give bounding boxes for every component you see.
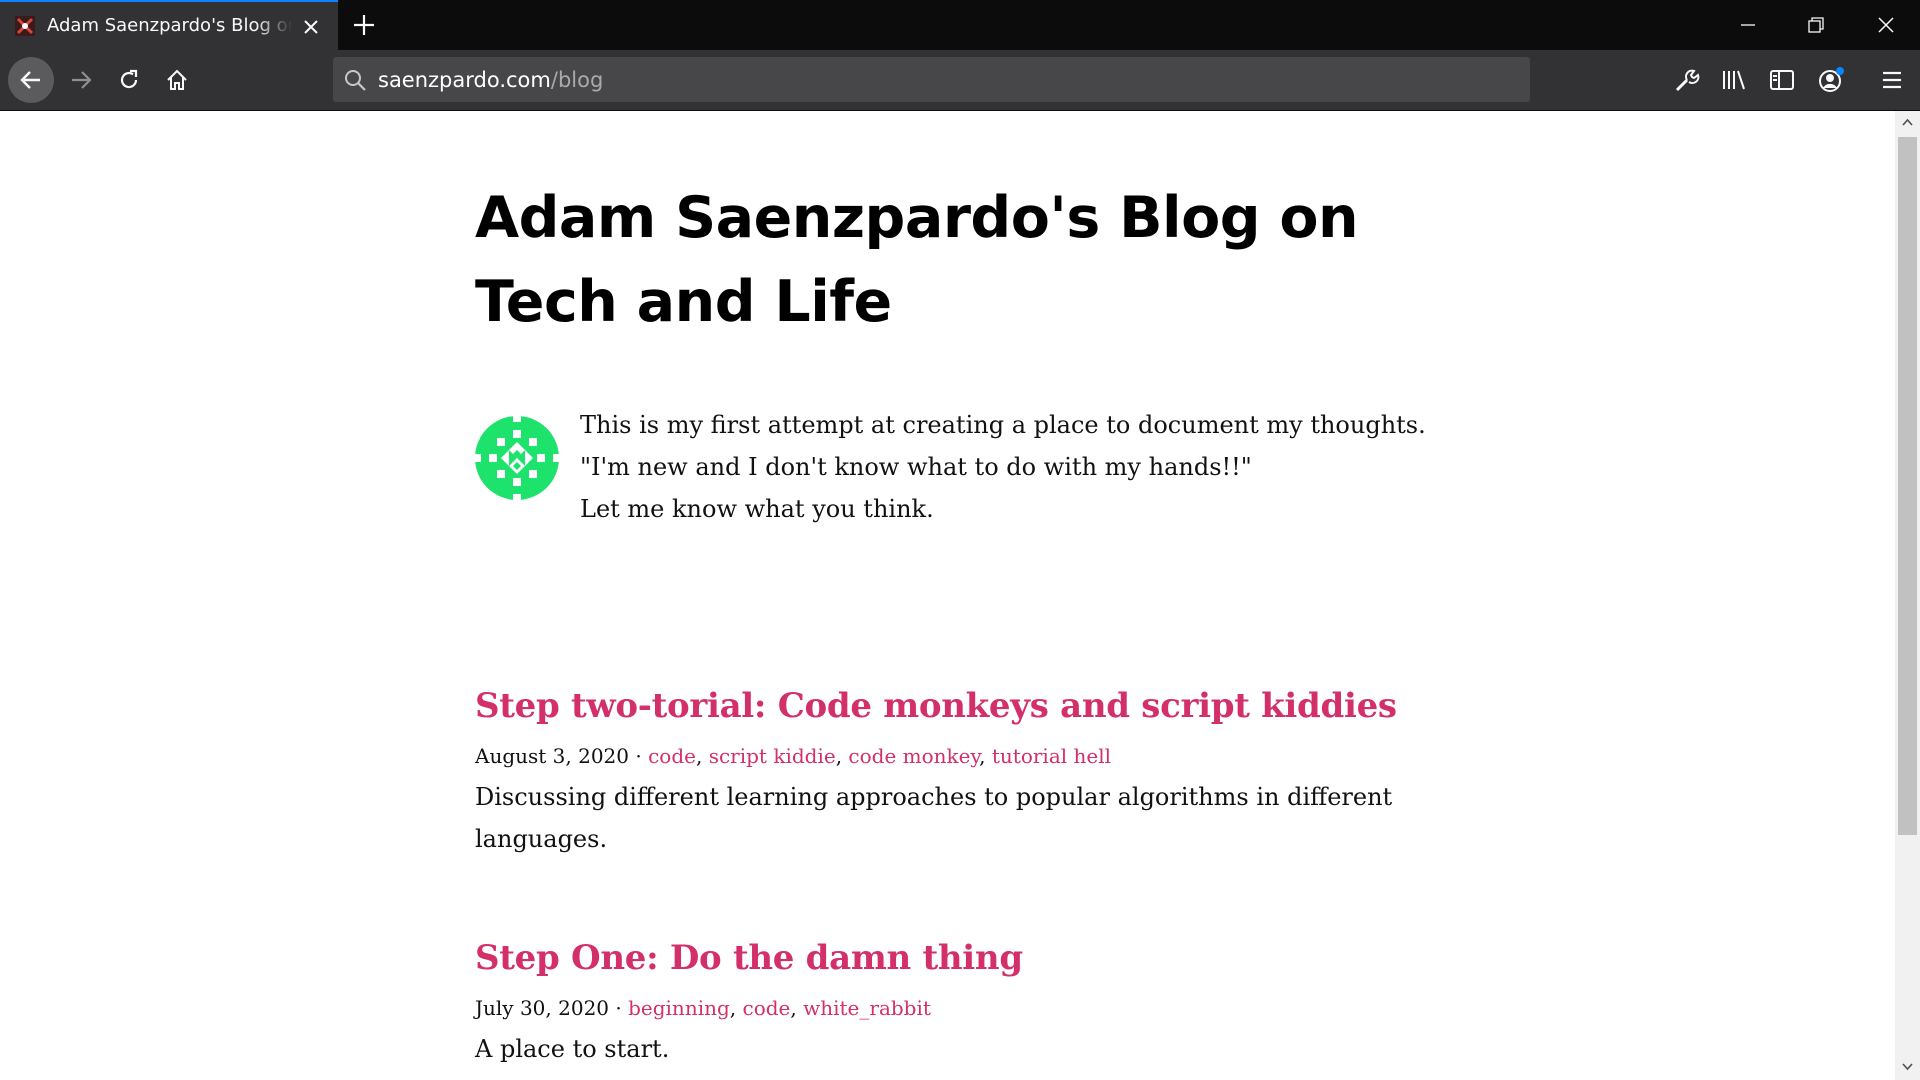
- site-title: Adam Saenzpardo's Blog on Tech and Life: [475, 176, 1425, 344]
- scrollbar-thumb[interactable]: [1898, 137, 1917, 835]
- site-favicon-icon: [15, 16, 35, 36]
- reload-icon: [120, 69, 138, 89]
- title-bar: Adam Saenzpardo's Blog on Tech and Life: [0, 0, 1920, 50]
- post-meta: July 30, 2020 · beginning, code, white_r…: [475, 996, 931, 1020]
- url-bar[interactable]: saenzpardo.com/blog: [333, 57, 1530, 102]
- url-text: saenzpardo.com/blog: [378, 68, 603, 92]
- post-date: August 3, 2020: [475, 744, 630, 768]
- post-date: July 30, 2020: [475, 996, 610, 1020]
- post-tag-link[interactable]: beginning: [628, 996, 730, 1020]
- url-path: /blog: [550, 68, 604, 92]
- back-arrow-icon: [20, 71, 40, 89]
- scroll-up-arrow-icon[interactable]: [1902, 117, 1913, 128]
- intro-section: This is my first attempt at creating a p…: [475, 404, 1426, 534]
- tab-title: Adam Saenzpardo's Blog on Tech and Life: [47, 15, 292, 36]
- intro-text: This is my first attempt at creating a p…: [580, 404, 1426, 530]
- library-icon[interactable]: [1720, 66, 1748, 94]
- search-icon: [345, 70, 366, 91]
- account-icon[interactable]: [1817, 66, 1845, 94]
- wrench-icon[interactable]: [1672, 66, 1700, 94]
- menu-icon[interactable]: [1878, 66, 1906, 94]
- close-window-icon[interactable]: [1873, 12, 1899, 38]
- home-button[interactable]: [154, 57, 200, 103]
- page-content: Adam Saenzpardo's Blog on Tech and Life: [0, 111, 1895, 1080]
- url-domain: saenzpardo.com: [378, 68, 551, 92]
- post-item: Step One: Do the damn thing July 30, 202…: [475, 934, 1425, 1070]
- post-meta: August 3, 2020 · code, script kiddie, co…: [475, 744, 1111, 768]
- post-description: A place to start.: [475, 1035, 670, 1063]
- intro-line: "I'm new and I don't know what to do wit…: [580, 453, 1252, 481]
- post-description: Discussing different learning approaches…: [475, 783, 1393, 853]
- post-tag-link[interactable]: code monkey: [848, 744, 979, 768]
- intro-line: Let me know what you think.: [580, 495, 934, 523]
- sidebar-icon[interactable]: [1768, 66, 1796, 94]
- post-title-link[interactable]: Step One: Do the damn thing: [475, 934, 1425, 982]
- navigation-toolbar: saenzpardo.com/blog: [0, 50, 1920, 111]
- back-button[interactable]: [8, 57, 54, 103]
- intro-line: This is my first attempt at creating a p…: [580, 411, 1426, 439]
- close-tab-icon[interactable]: [300, 16, 322, 38]
- forward-button[interactable]: [58, 57, 104, 103]
- post-item: Step two-torial: Code monkeys and script…: [475, 682, 1425, 860]
- browser-tab[interactable]: Adam Saenzpardo's Blog on Tech and Life: [0, 0, 338, 50]
- vertical-scrollbar[interactable]: [1895, 111, 1920, 1080]
- restore-window-icon[interactable]: [1803, 12, 1829, 38]
- site-title-line2: Tech and Life: [475, 269, 892, 335]
- scroll-down-arrow-icon[interactable]: [1902, 1061, 1913, 1072]
- forward-arrow-icon: [72, 71, 92, 89]
- post-tag-link[interactable]: script kiddie: [709, 744, 836, 768]
- minimize-window-icon[interactable]: [1735, 12, 1761, 38]
- new-tab-icon[interactable]: [350, 11, 378, 39]
- site-title-line1: Adam Saenzpardo's Blog on: [475, 185, 1359, 251]
- post-tag-link[interactable]: code: [743, 996, 791, 1020]
- post-tag-link[interactable]: code: [648, 744, 696, 768]
- post-tag-link[interactable]: tutorial hell: [992, 744, 1111, 768]
- post-tag-link[interactable]: white_rabbit: [803, 996, 931, 1020]
- home-icon: [167, 69, 187, 90]
- avatar-identicon-icon: [475, 416, 559, 500]
- reload-button[interactable]: [106, 57, 152, 103]
- post-title-link[interactable]: Step two-torial: Code monkeys and script…: [475, 682, 1425, 730]
